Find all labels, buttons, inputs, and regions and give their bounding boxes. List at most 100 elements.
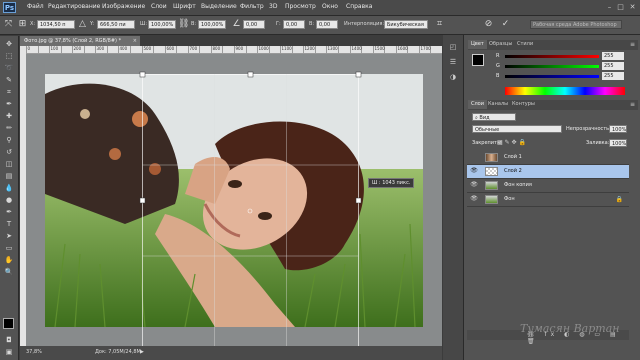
- zoom-tool-icon[interactable]: 🔍: [3, 268, 15, 277]
- crop-tool-icon[interactable]: ⌗: [3, 88, 15, 97]
- blend-mode-select[interactable]: Обычные: [472, 125, 562, 133]
- layer-row[interactable]: 👁 Слой 2: [467, 165, 629, 179]
- history-brush-tool-icon[interactable]: ↺: [3, 148, 15, 157]
- layer-row[interactable]: 👁 Фон копия: [467, 179, 629, 193]
- menu-image[interactable]: Изображение: [102, 3, 145, 10]
- lasso-tool-icon[interactable]: ➰: [3, 64, 15, 73]
- x-field[interactable]: 1034,50 п: [37, 20, 75, 29]
- hand-tool-icon[interactable]: ✋: [3, 256, 15, 265]
- eraser-tool-icon[interactable]: ◫: [3, 160, 15, 169]
- panel-menu-icon[interactable]: ≡: [630, 41, 635, 48]
- workspace-select[interactable]: Рабочая среда Adobe Photoshop: [530, 20, 622, 29]
- menu-help[interactable]: Справка: [346, 3, 372, 10]
- gradient-tool-icon[interactable]: ▤: [3, 172, 15, 181]
- properties-panel-icon[interactable]: ☰: [447, 57, 459, 67]
- clone-stamp-tool-icon[interactable]: ⚲: [3, 136, 15, 145]
- r-label: R: [496, 53, 500, 59]
- y-field[interactable]: 666,50 пи: [97, 20, 135, 29]
- hskew-field[interactable]: 0,00: [283, 20, 305, 29]
- cancel-transform-icon[interactable]: ⊘: [483, 19, 494, 30]
- tab-swatches[interactable]: Образцы: [486, 40, 515, 49]
- quick-select-tool-icon[interactable]: ✎: [3, 76, 15, 85]
- shape-tool-icon[interactable]: ▭: [3, 244, 15, 253]
- foreground-color-swatch[interactable]: [3, 318, 14, 329]
- quick-mask-icon[interactable]: ◘: [3, 336, 15, 345]
- layer-row[interactable]: 👁 Фон 🔒: [467, 193, 629, 207]
- panel-menu-icon[interactable]: ≡: [630, 101, 635, 108]
- b-label: B: [496, 73, 500, 79]
- red-value[interactable]: 255: [602, 52, 624, 60]
- link-icon[interactable]: ⛓: [178, 19, 189, 30]
- opacity-field[interactable]: 100%: [609, 125, 627, 133]
- green-value[interactable]: 255: [602, 62, 624, 70]
- reference-point-icon[interactable]: ⊞: [17, 19, 28, 30]
- close-icon[interactable]: ×: [133, 36, 137, 46]
- close-icon[interactable]: ✕: [628, 3, 637, 11]
- foreground-color-swatch[interactable]: [472, 54, 484, 66]
- zoom-level[interactable]: 37,8%: [26, 349, 42, 355]
- blue-slider[interactable]: [505, 75, 599, 78]
- eyedropper-tool-icon[interactable]: ✒: [3, 100, 15, 109]
- path-select-tool-icon[interactable]: ➤: [3, 232, 15, 241]
- blue-value[interactable]: 255: [602, 72, 624, 80]
- menu-view[interactable]: Просмотр: [285, 3, 316, 10]
- menu-window[interactable]: Окно: [322, 3, 338, 10]
- minimize-icon[interactable]: –: [605, 3, 614, 11]
- eye-icon[interactable]: 👁: [470, 181, 478, 189]
- green-slider[interactable]: [505, 65, 599, 68]
- tab-paths[interactable]: Контуры: [509, 100, 538, 109]
- lock-icon[interactable]: ▦ ✎ ✥ 🔒: [497, 139, 526, 146]
- ruler-tick-label: 300: [96, 46, 105, 51]
- pen-tool-icon[interactable]: ✒: [3, 208, 15, 217]
- document-tab[interactable]: Фото.jpg @ 37,8% (Слой 2, RGB/8#) * ×: [20, 36, 140, 46]
- move-tool-icon[interactable]: ✥: [3, 40, 15, 49]
- marquee-tool-icon[interactable]: ⬚: [3, 52, 15, 61]
- tab-color[interactable]: Цвет: [468, 40, 487, 49]
- red-slider[interactable]: [505, 55, 599, 58]
- menu-3d[interactable]: 3D: [269, 3, 277, 10]
- warp-icon[interactable]: ⌗: [434, 19, 445, 30]
- layer-filter-label: Вид: [479, 115, 490, 121]
- status-menu-icon[interactable]: ▶: [140, 349, 144, 355]
- screen-mode-icon[interactable]: ▣: [3, 348, 15, 357]
- color-spectrum-bar[interactable]: [505, 87, 625, 95]
- ruler-tick-label: 900: [235, 46, 244, 51]
- ruler-tick-label: 700: [189, 46, 198, 51]
- type-tool-icon[interactable]: T: [3, 220, 15, 229]
- eye-icon[interactable]: 👁: [470, 167, 478, 175]
- menu-type[interactable]: Шрифт: [173, 3, 196, 10]
- menu-filter[interactable]: Фильтр: [240, 3, 264, 10]
- fill-field[interactable]: 100%: [609, 139, 627, 147]
- relative-position-icon[interactable]: △: [77, 19, 88, 30]
- menu-layers[interactable]: Слои: [151, 3, 167, 10]
- ruler-tick-label: 800: [212, 46, 221, 51]
- brush-tool-icon[interactable]: ✏: [3, 124, 15, 133]
- blur-tool-icon[interactable]: 💧: [3, 184, 15, 193]
- dodge-tool-icon[interactable]: ●: [3, 196, 15, 205]
- tab-channels[interactable]: Каналы: [485, 100, 511, 109]
- maximize-icon[interactable]: □: [616, 3, 625, 11]
- ruler-tick-label: 100: [50, 46, 59, 51]
- layers-panel-tabbar: Слои Каналы Контуры ≡: [468, 100, 638, 110]
- eye-icon[interactable]: 👁: [470, 195, 478, 203]
- layer-row[interactable]: Слой 1: [467, 151, 629, 165]
- adjustments-panel-icon[interactable]: ◑: [447, 72, 459, 82]
- vskew-field[interactable]: 0,00: [316, 20, 338, 29]
- width-field[interactable]: 100,00%: [148, 20, 176, 29]
- healing-brush-tool-icon[interactable]: ✚: [3, 112, 15, 121]
- menu-file[interactable]: Файл: [27, 3, 44, 10]
- menu-edit[interactable]: Редактирование: [48, 3, 100, 10]
- visibility-toggle-icon[interactable]: [470, 153, 478, 161]
- transform-bounding-box[interactable]: [26, 54, 442, 346]
- interpolation-select[interactable]: Бикубическая: [384, 20, 428, 29]
- commit-transform-icon[interactable]: ✓: [500, 19, 511, 30]
- tab-styles[interactable]: Стили: [514, 40, 536, 49]
- menu-select[interactable]: Выделение: [201, 3, 237, 10]
- transform-tool-icon[interactable]: ⤧: [3, 19, 14, 30]
- layer-filter-select[interactable]: ⌕ Вид: [472, 113, 516, 121]
- vskew-label: В:: [309, 21, 315, 27]
- height-field[interactable]: 100,00%: [198, 20, 226, 29]
- angle-field[interactable]: 0,00: [243, 20, 265, 29]
- history-panel-icon[interactable]: ◰: [447, 42, 459, 52]
- ruler-tick-label: 1500: [374, 46, 385, 51]
